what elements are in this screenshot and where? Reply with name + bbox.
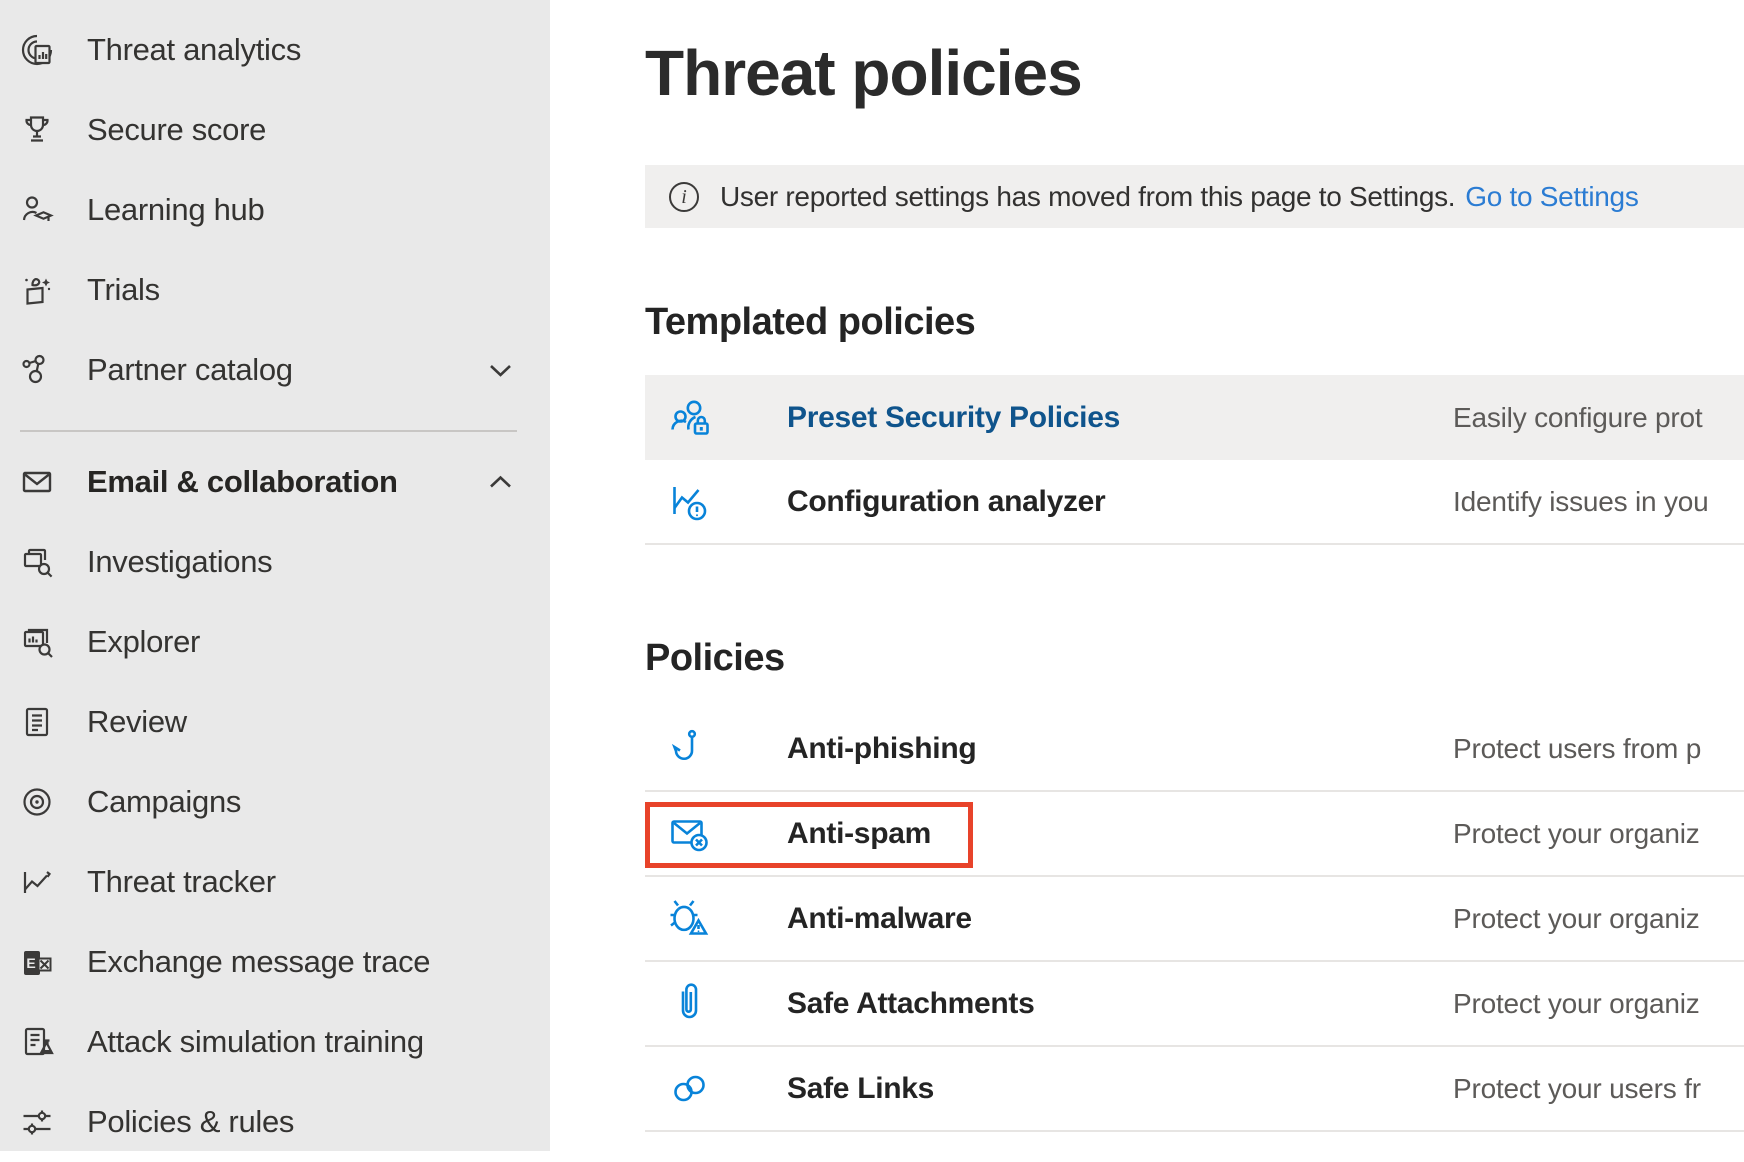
row-preset-security-policies[interactable]: Preset Security Policies Easily configur… bbox=[645, 375, 1744, 460]
trials-icon bbox=[18, 271, 56, 309]
sidebar-item-label: Campaigns bbox=[87, 784, 241, 820]
preset-security-policies-icon bbox=[668, 396, 712, 440]
row-safe-links[interactable]: Safe Links Protect your users fr bbox=[645, 1047, 1744, 1132]
sidebar-item-label: Secure score bbox=[87, 112, 266, 148]
sidebar-item-trials[interactable]: Trials bbox=[0, 250, 550, 330]
info-banner: i User reported settings has moved from … bbox=[645, 165, 1744, 228]
sidebar-item-threat-analytics[interactable]: Threat analytics bbox=[0, 10, 550, 90]
sidebar-item-learning-hub[interactable]: Learning hub bbox=[0, 170, 550, 250]
sidebar-item-secure-score[interactable]: Secure score bbox=[0, 90, 550, 170]
threat-policies-page: { "colors": { "sidebar_bg": "#e9e9e9", "… bbox=[0, 0, 1744, 1151]
anti-phishing-icon bbox=[668, 727, 712, 771]
safe-links-icon bbox=[668, 1067, 712, 1111]
row-label[interactable]: Anti-malware bbox=[787, 902, 1453, 936]
sidebar-item-exchange-message-trace[interactable]: E Exchange message trace bbox=[0, 922, 550, 1002]
sidebar-item-policies-rules[interactable]: Policies & rules bbox=[0, 1082, 550, 1162]
info-icon: i bbox=[669, 182, 699, 212]
templated-policies-list: Preset Security Policies Easily configur… bbox=[645, 375, 1744, 545]
row-label[interactable]: Safe Attachments bbox=[787, 987, 1453, 1021]
row-safe-attachments[interactable]: Safe Attachments Protect your organiz bbox=[645, 962, 1744, 1047]
page-title: Threat policies bbox=[645, 36, 1082, 110]
sidebar-item-label: Investigations bbox=[87, 544, 272, 580]
threat-tracker-icon bbox=[18, 863, 56, 901]
row-label[interactable]: Configuration analyzer bbox=[787, 485, 1453, 519]
attack-simulation-training-icon bbox=[18, 1023, 56, 1061]
section-heading-templated-policies: Templated policies bbox=[645, 301, 975, 344]
sidebar-item-label: Trials bbox=[87, 272, 160, 308]
investigations-icon bbox=[18, 543, 56, 581]
row-configuration-analyzer[interactable]: Configuration analyzer Identify issues i… bbox=[645, 460, 1744, 545]
sidebar-item-label: Exchange message trace bbox=[87, 944, 430, 980]
section-heading-policies: Policies bbox=[645, 637, 785, 680]
email-collaboration-icon bbox=[18, 463, 56, 501]
sidebar-item-campaigns[interactable]: Campaigns bbox=[0, 762, 550, 842]
sidebar-item-label: Threat tracker bbox=[87, 864, 276, 900]
sidebar-item-threat-tracker[interactable]: Threat tracker bbox=[0, 842, 550, 922]
campaigns-icon bbox=[18, 783, 56, 821]
sidebar-item-label: Explorer bbox=[87, 624, 200, 660]
row-label[interactable]: Preset Security Policies bbox=[787, 401, 1453, 435]
banner-text: User reported settings has moved from th… bbox=[720, 181, 1455, 213]
sidebar-item-explorer[interactable]: Explorer bbox=[0, 602, 550, 682]
safe-attachments-icon bbox=[668, 982, 712, 1026]
policies-rules-icon bbox=[18, 1103, 56, 1141]
svg-text:E: E bbox=[26, 955, 35, 971]
sidebar-item-investigations[interactable]: Investigations bbox=[0, 522, 550, 602]
go-to-settings-link[interactable]: Go to Settings bbox=[1465, 181, 1638, 213]
anti-spam-icon bbox=[668, 812, 712, 856]
chevron-up-icon[interactable] bbox=[487, 469, 514, 496]
threat-analytics-icon bbox=[18, 31, 56, 69]
row-anti-spam[interactable]: Anti-spam Protect your organiz bbox=[645, 792, 1744, 877]
sidebar-item-attack-simulation-training[interactable]: Attack simulation training bbox=[0, 1002, 550, 1082]
policies-list: Anti-phishing Protect users from p Anti-… bbox=[645, 707, 1744, 1132]
sidebar-item-label: Partner catalog bbox=[87, 352, 293, 388]
row-label[interactable]: Safe Links bbox=[787, 1072, 1453, 1106]
learning-hub-icon bbox=[18, 191, 56, 229]
sidebar-item-partner-catalog[interactable]: Partner catalog bbox=[0, 330, 550, 410]
row-description: Protect your users fr bbox=[1453, 1073, 1701, 1105]
review-icon bbox=[18, 703, 56, 741]
sidebar-item-review[interactable]: Review bbox=[0, 682, 550, 762]
sidebar-item-email-collaboration[interactable]: Email & collaboration bbox=[0, 442, 550, 522]
row-label[interactable]: Anti-phishing bbox=[787, 732, 1453, 766]
main-content: Threat policies i User reported settings… bbox=[550, 0, 1744, 1151]
exchange-message-trace-icon: E bbox=[18, 943, 56, 981]
partner-catalog-icon bbox=[18, 351, 56, 389]
sidebar-item-label: Learning hub bbox=[87, 192, 264, 228]
sidebar-item-label: Attack simulation training bbox=[87, 1024, 424, 1060]
row-anti-phishing[interactable]: Anti-phishing Protect users from p bbox=[645, 707, 1744, 792]
sidebar-item-label: Policies & rules bbox=[87, 1104, 294, 1140]
row-label[interactable]: Anti-spam bbox=[787, 817, 1453, 851]
chevron-down-icon[interactable] bbox=[487, 357, 514, 384]
sidebar: Threat analytics Secure score Learning h… bbox=[0, 0, 550, 1151]
explorer-icon bbox=[18, 623, 56, 661]
sidebar-item-label: Email & collaboration bbox=[87, 464, 398, 500]
row-description: Protect your organiz bbox=[1453, 818, 1700, 850]
sidebar-item-label: Review bbox=[87, 704, 187, 740]
row-description: Identify issues in you bbox=[1453, 486, 1709, 518]
sidebar-divider bbox=[20, 430, 517, 432]
configuration-analyzer-icon bbox=[668, 480, 712, 524]
sidebar-item-label: Threat analytics bbox=[87, 32, 301, 68]
row-anti-malware[interactable]: Anti-malware Protect your organiz bbox=[645, 877, 1744, 962]
row-description: Protect your organiz bbox=[1453, 903, 1700, 935]
anti-malware-icon bbox=[668, 897, 712, 941]
row-description: Protect users from p bbox=[1453, 733, 1701, 765]
row-description: Protect your organiz bbox=[1453, 988, 1700, 1020]
row-description: Easily configure prot bbox=[1453, 402, 1702, 434]
secure-score-icon bbox=[18, 111, 56, 149]
